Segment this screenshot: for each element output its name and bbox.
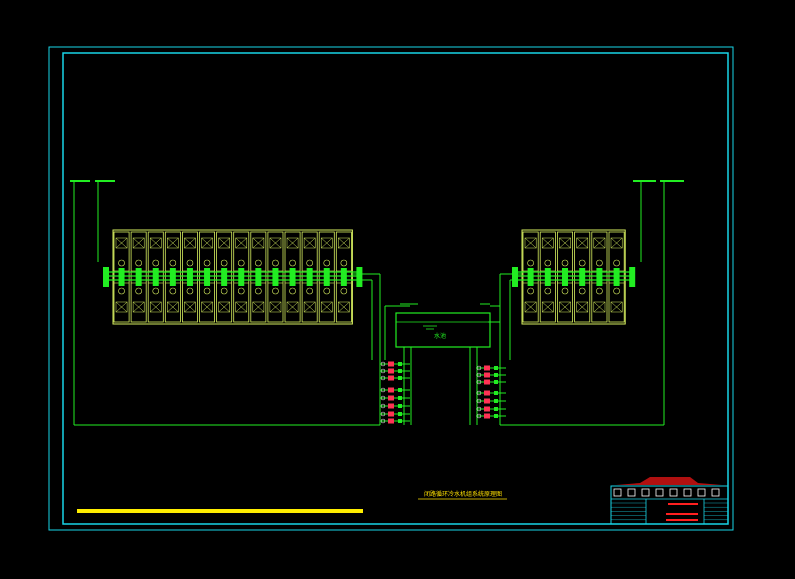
drawing-title: 闭路循环冷水机组系统原理图: [424, 490, 502, 498]
cad-drawing: 水池 闭路循环冷水机组系统原理图: [0, 0, 795, 579]
right-inlet-manifold: [512, 267, 518, 287]
left-inlet-manifold: [103, 267, 109, 287]
left-outlet-manifold: [356, 267, 363, 287]
highlight-bar: [77, 509, 363, 513]
right-outlet-manifold: [629, 267, 636, 287]
tank-label: 水池: [434, 332, 446, 340]
